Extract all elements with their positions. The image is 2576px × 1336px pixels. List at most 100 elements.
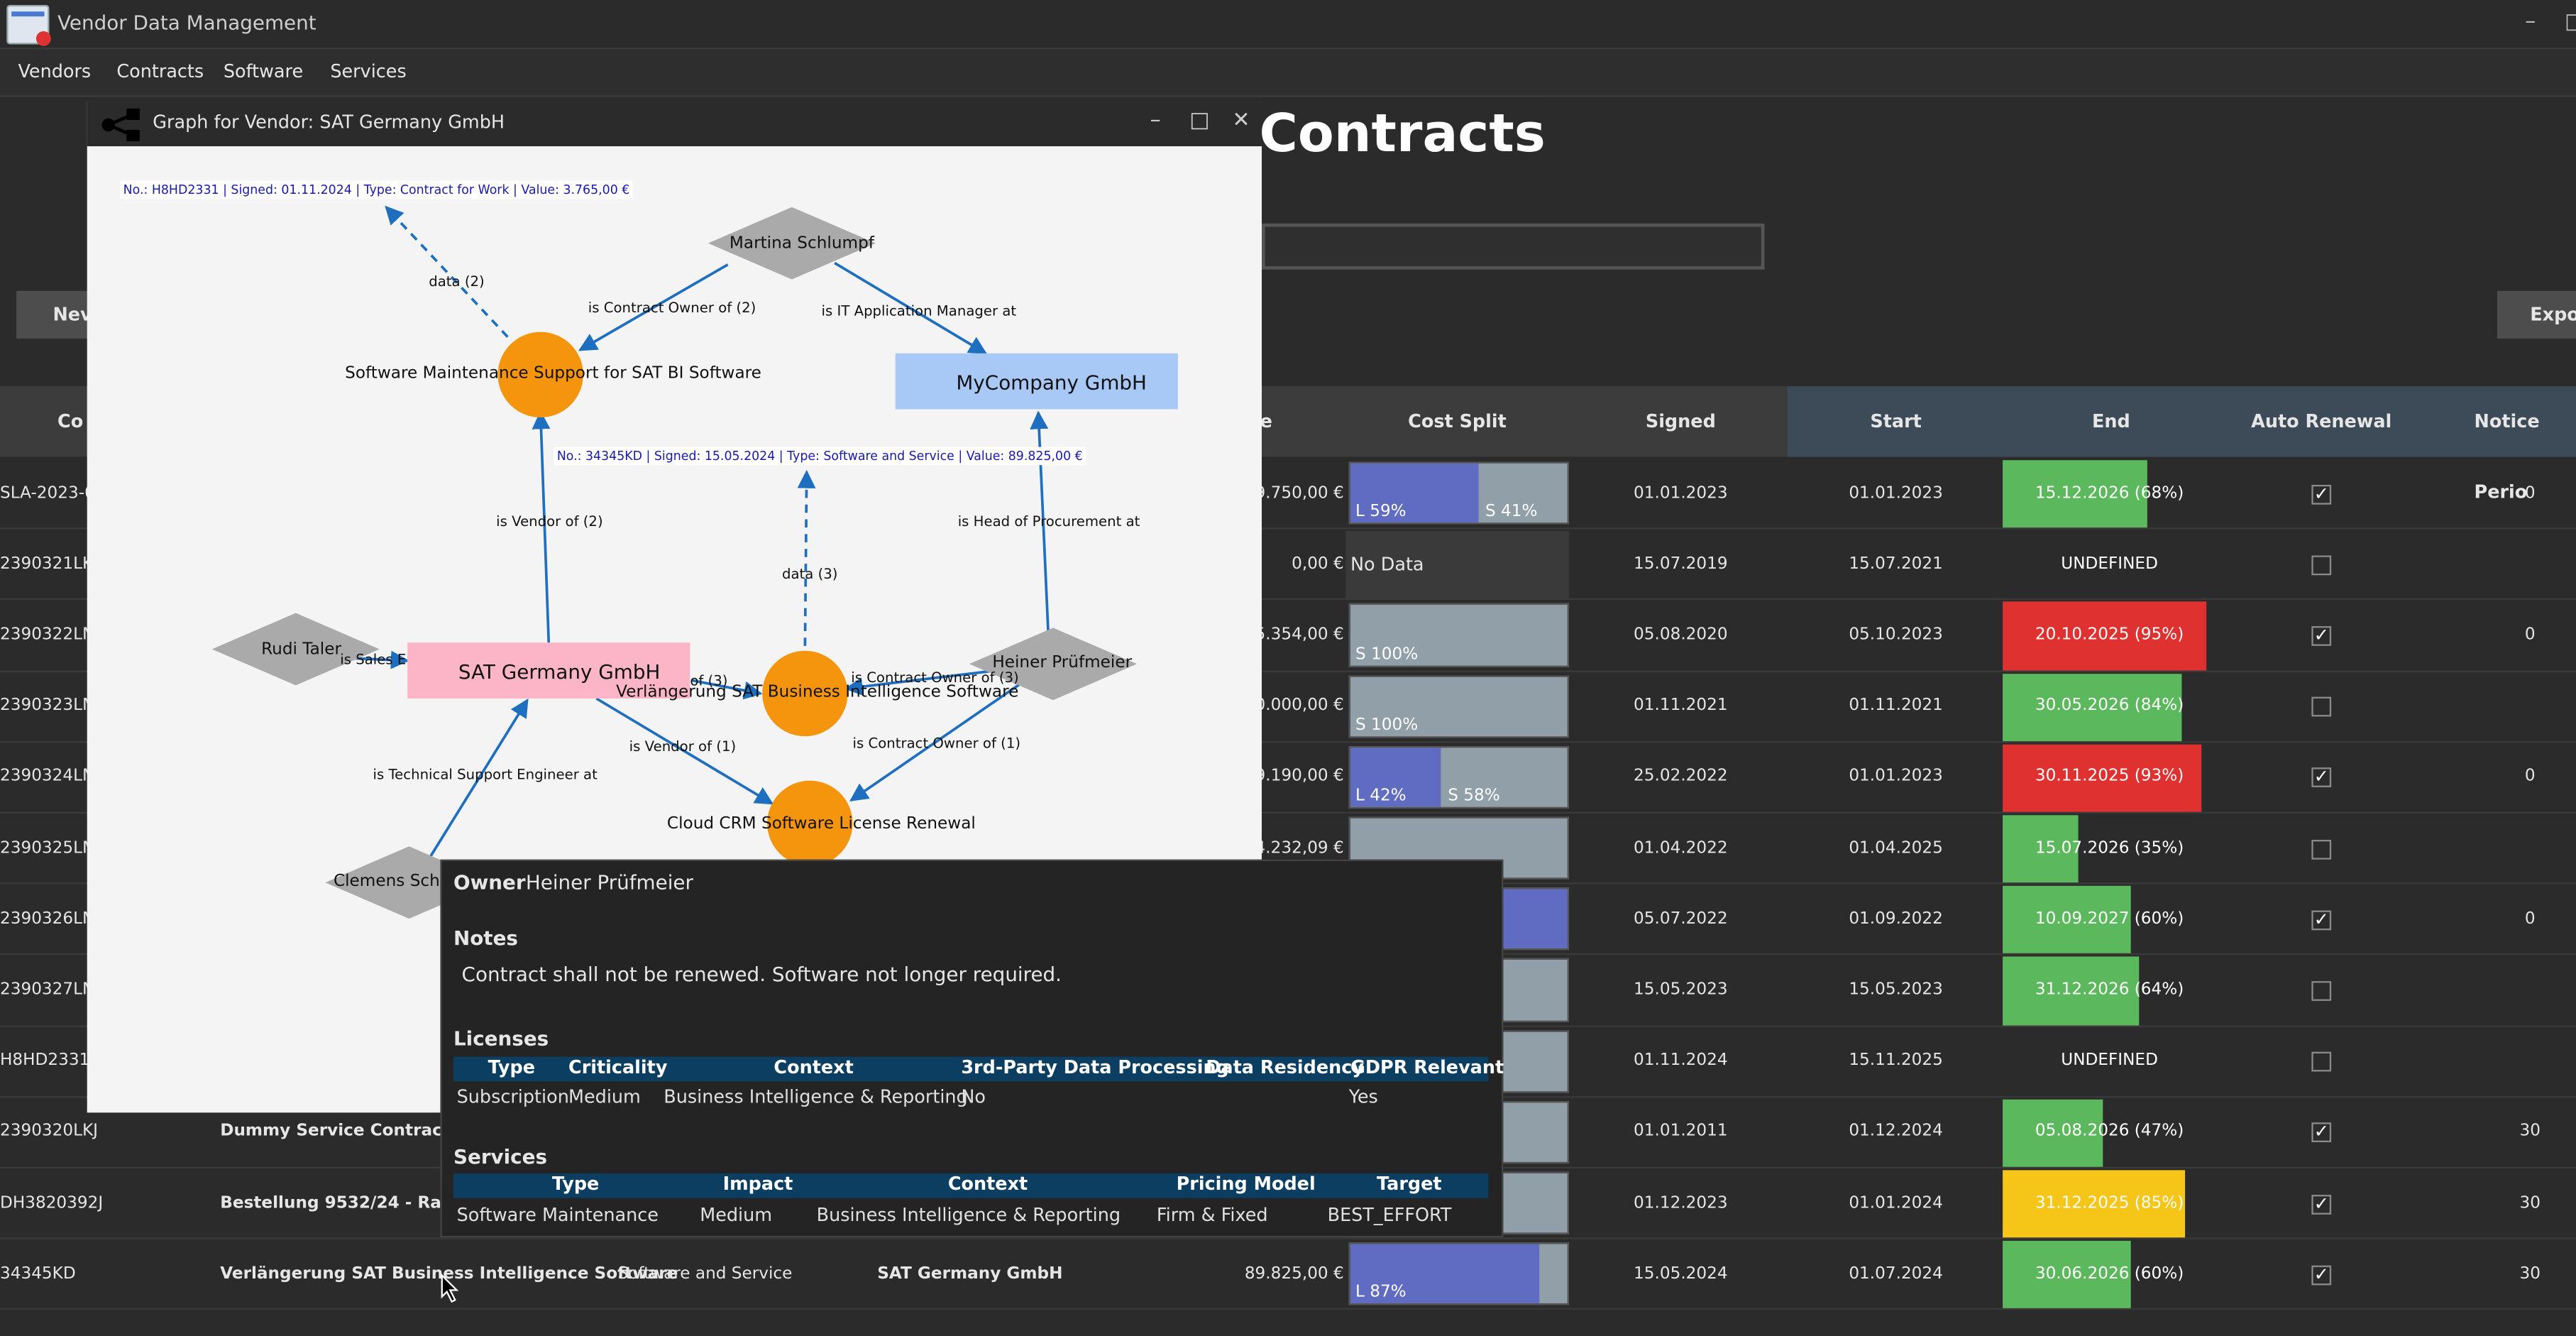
cost-split-service-label: S 58%	[1448, 787, 1500, 806]
svc-h-context: Context	[947, 1173, 1028, 1195]
edge-label-tech-support: is Technical Support Engineer at	[373, 767, 598, 784]
edge-label-data2: data (2)	[429, 274, 485, 291]
cell-end: 30.06.2026 (60%)	[2035, 1265, 2184, 1283]
cell-end: 31.12.2026 (64%)	[2035, 981, 2184, 1000]
auto-renewal-checkbox[interactable]: ✓	[2311, 768, 2332, 788]
cell-start: 01.01.2023	[1849, 768, 1943, 787]
auto-renewal-checkbox[interactable]: ✓	[2311, 484, 2332, 504]
cell-end: 31.12.2025 (85%)	[2035, 1194, 2184, 1212]
row-divider	[0, 1237, 2576, 1240]
svc-h-target: Target	[1377, 1173, 1442, 1195]
col-auto-renewal-header[interactable]: Auto Renewal	[2218, 386, 2425, 457]
cell-start: 15.05.2023	[1849, 981, 1943, 1000]
cell-end: UNDEFINED	[2061, 1052, 2158, 1071]
cell-end: UNDEFINED	[2061, 555, 2158, 574]
node-rudi[interactable]: Rudi Taler	[261, 641, 341, 659]
cell-contract-id[interactable]: H8HD2331	[0, 1052, 89, 1070]
node-mycompany[interactable]: MyCompany GmbH	[956, 371, 1147, 394]
cost-split-no-data: No Data	[1345, 531, 1569, 599]
graph-minimize-icon[interactable]: –	[1150, 109, 1161, 133]
cell-end: 15.07.2026 (35%)	[2035, 839, 2184, 858]
cell-signed: 01.04.2022	[1634, 839, 1728, 858]
cell-contract-id[interactable]: 2390322LMI	[0, 626, 101, 644]
col-signed-header[interactable]: Signed	[1574, 386, 1788, 457]
export-button[interactable]: Expor	[2497, 290, 2576, 339]
cell-value: 89.825,00 €	[1244, 1265, 1344, 1283]
menu-software[interactable]: Software	[224, 61, 303, 82]
notes-value: Contract shall not be renewed. Software …	[461, 963, 1062, 987]
edge-label-contract-owner1: is Contract Owner of (1)	[852, 736, 1021, 753]
cell-vendor: SAT Germany GmbH	[877, 1265, 1063, 1283]
auto-renewal-checkbox[interactable]: ✓	[2311, 1194, 2332, 1214]
svc-h-type: Type	[551, 1173, 600, 1195]
edge-label-contract-owner2: is Contract Owner of (2)	[588, 300, 756, 317]
auto-renewal-checkbox[interactable]: ✓	[2311, 626, 2332, 646]
cell-contract-type: Software and Service	[617, 1265, 793, 1283]
edge-label-it-app-manager: is IT Application Manager at	[821, 304, 1017, 321]
cell-notice: 0	[2524, 626, 2536, 645]
graph-close-icon[interactable]: ✕	[1232, 109, 1250, 133]
cell-end: 30.05.2026 (84%)	[2035, 697, 2184, 716]
auto-renewal-checkbox[interactable]: ✓	[2311, 910, 2332, 930]
auto-renewal-checkbox[interactable]	[2311, 697, 2332, 717]
cell-end: 05.08.2026 (47%)	[2035, 1123, 2184, 1141]
cell-contract-name[interactable]: Dummy Service Contract	[220, 1123, 450, 1141]
licenses-label: Licenses	[453, 1026, 549, 1051]
cell-contract-id[interactable]: 2390320LKJ	[0, 1123, 98, 1141]
col-start-header[interactable]: Start	[1790, 386, 2000, 457]
auto-renewal-checkbox[interactable]	[2311, 1052, 2332, 1072]
node-sat[interactable]: SAT Germany GmbH	[458, 661, 660, 684]
col-cost-split-header[interactable]: Cost Split	[1347, 386, 1567, 457]
cell-contract-id[interactable]: 34345KD	[0, 1265, 76, 1283]
menu-vendors[interactable]: Vendors	[18, 61, 91, 82]
cell-start: 01.07.2024	[1849, 1265, 1943, 1283]
node-martina[interactable]: Martina Schlumpf	[730, 235, 874, 253]
graph-maximize-icon[interactable]: □	[1189, 109, 1209, 133]
svc-target: BEST_EFFORT	[1327, 1204, 1452, 1227]
svc-type: Software Maintenance	[456, 1204, 659, 1227]
auto-renewal-checkbox[interactable]	[2311, 839, 2332, 859]
edge-data3	[797, 469, 816, 646]
menu-services[interactable]: Services	[330, 61, 406, 82]
cell-contract-id[interactable]: DH3820392J	[0, 1194, 103, 1212]
info-label-h8hd2331: No.: H8HD2331 | Signed: 01.11.2024 | Typ…	[120, 180, 633, 199]
cell-signed: 25.02.2022	[1634, 768, 1728, 787]
page-title: CContracts	[1259, 102, 1546, 165]
auto-renewal-checkbox[interactable]: ✓	[2311, 1123, 2332, 1143]
owner-label: Owner	[453, 871, 526, 894]
svc-impact: Medium	[700, 1204, 773, 1227]
cell-end: 10.09.2027 (60%)	[2035, 910, 2184, 929]
owner-value: Heiner Prüfmeier	[525, 871, 693, 894]
cost-split-bar: S 100%	[1348, 603, 1569, 667]
lic-h-criticality: Criticality	[568, 1056, 668, 1078]
lic-h-context: Context	[774, 1056, 854, 1078]
cell-contract-id[interactable]: 2390326LMI	[0, 910, 101, 928]
graph-icon	[99, 108, 148, 142]
window-title: Vendor Data Management	[57, 11, 317, 35]
col-end-header[interactable]: End	[2004, 386, 2218, 457]
minimize-icon[interactable]: –	[2525, 10, 2536, 35]
notes-label: Notes	[453, 926, 518, 951]
new-contract-button[interactable]: Nev	[16, 290, 99, 339]
auto-renewal-checkbox[interactable]: ✓	[2311, 1265, 2332, 1285]
lic-3rd-party: No	[961, 1086, 986, 1108]
auto-renewal-checkbox[interactable]	[2311, 981, 2332, 1001]
cell-contract-id[interactable]: 2390324LMI	[0, 768, 101, 786]
maximize-icon[interactable]: □	[2565, 10, 2576, 35]
cost-split-license-label: L 59%	[1355, 503, 1407, 522]
node-sms[interactable]: Software Maintenance Support for SAT BI …	[345, 365, 761, 383]
edge-data2	[385, 205, 509, 338]
lic-type: Subscription	[456, 1086, 569, 1108]
auto-renewal-checkbox[interactable]	[2311, 555, 2332, 575]
node-crm[interactable]: Cloud CRM Software License Renewal	[667, 815, 976, 833]
title-bar	[0, 0, 2576, 50]
menu-contracts[interactable]: Contracts	[116, 61, 204, 82]
cost-split-service-label: S 100%	[1355, 645, 1419, 664]
col-notice-header[interactable]: Notice Perio	[2475, 386, 2576, 503]
col-value-header[interactable]: e	[1260, 386, 1277, 457]
cell-signed: 01.01.2011	[1634, 1123, 1728, 1141]
svc-pricing: Firm & Fixed	[1156, 1204, 1268, 1227]
node-heiner[interactable]: Heiner Prüfmeier	[992, 654, 1132, 672]
search-input[interactable]	[1261, 223, 1765, 270]
cell-signed: 05.08.2020	[1634, 626, 1728, 645]
